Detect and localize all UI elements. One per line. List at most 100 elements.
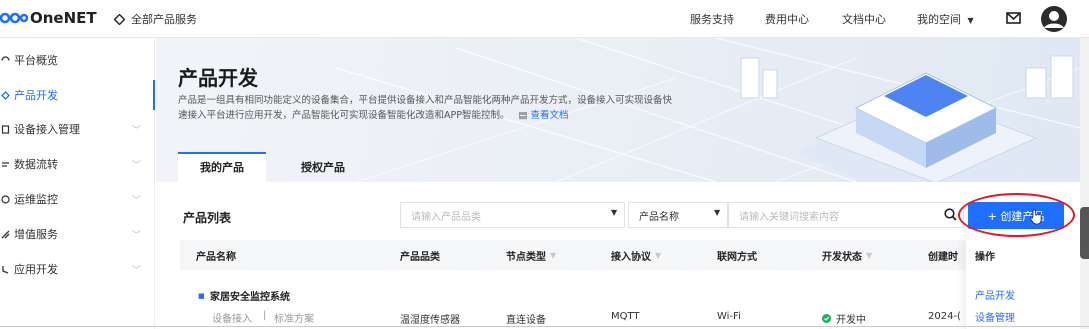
- device-illustration: [740, 55, 1074, 182]
- nav-my-space[interactable]: 我的空间 ▼: [917, 11, 974, 27]
- all-products-menu[interactable]: 全部产品服务: [114, 11, 197, 27]
- keyword-placeholder: 请输入关键词搜索内容: [739, 211, 839, 223]
- sidebar-item-label: 增值服务: [14, 228, 58, 241]
- column-header-dev-status[interactable]: 开发状态 ▼: [822, 248, 872, 263]
- platform-overview-icon: [0, 55, 10, 65]
- name-filter-select[interactable]: 产品名称: [628, 202, 728, 228]
- chevron-down-icon: ﹀: [132, 265, 142, 276]
- header-label: 开发状态: [822, 252, 862, 263]
- tab-my-products[interactable]: 我的产品: [178, 152, 266, 182]
- sidebar-item-label: 数据流转: [14, 158, 58, 171]
- app-dev-icon: [0, 265, 10, 274]
- column-header-node-type[interactable]: 节点类型 ▼: [506, 248, 556, 263]
- name-filter-label: 产品名称: [639, 211, 679, 223]
- cell-dev-status: 开发中: [822, 311, 866, 326]
- product-sub-access: 设备接入: [212, 314, 252, 325]
- op-device-manage-link[interactable]: 设备管理: [975, 309, 1015, 324]
- nav-billing-center[interactable]: 费用中心: [765, 11, 809, 27]
- header-label: 创建时: [928, 252, 958, 263]
- sidebar-item-data-flow[interactable]: 数据流转 ﹀: [0, 149, 155, 179]
- column-header-operations: 操作: [975, 248, 995, 263]
- chevron-down-icon: ﹀: [132, 125, 142, 136]
- nav-service-support[interactable]: 服务支持: [690, 11, 734, 27]
- description-line-1: 产品是一组具有相同功能定义的设备集合，平台提供设备接入和产品智能化两种产品开发方…: [178, 95, 673, 106]
- value-added-icon: [0, 230, 10, 239]
- op-product-dev-link[interactable]: 产品开发: [975, 287, 1015, 302]
- cell-category: 温湿度传感器: [400, 315, 460, 326]
- chevron-down-icon: ﹀: [132, 160, 142, 171]
- keyword-search-input[interactable]: 请输入关键词搜索内容: [728, 202, 964, 228]
- onenet-logo-icon: [0, 12, 28, 24]
- user-avatar[interactable]: [1040, 5, 1068, 33]
- header-label: 联网方式: [717, 252, 757, 263]
- view-docs-link[interactable]: 查看文档: [531, 110, 569, 121]
- product-name[interactable]: 家居安全监控系统: [210, 288, 290, 303]
- document-icon: ▤: [518, 110, 528, 121]
- nav-docs-center[interactable]: 文档中心: [842, 11, 886, 27]
- chevron-down-icon: ﹀: [132, 230, 142, 241]
- tab-authorized-products[interactable]: 授权产品: [279, 152, 367, 182]
- sidebar-item-label: 设备接入管理: [14, 123, 80, 136]
- device-access-icon: [0, 124, 10, 134]
- description-line-2-text: 速接入平台进行应用开发，产品智能化可实现设备智能化改造和APP智能控制。: [178, 110, 510, 121]
- sidebar-item-device-access[interactable]: 设备接入管理 ﹀: [0, 114, 155, 144]
- sidebar-item-label: 运维监控: [14, 193, 58, 206]
- page-title: 产品开发: [178, 66, 258, 90]
- create-product-button[interactable]: + 创建产品: [968, 202, 1064, 229]
- filter-icon[interactable]: ▼: [655, 251, 661, 260]
- column-header-created: 创建时: [928, 248, 958, 263]
- sidebar-item-ops-monitor[interactable]: 运维监控 ﹀: [0, 184, 155, 214]
- onenet-logo[interactable]: OneNET: [0, 8, 97, 28]
- sidebar-item-product-dev[interactable]: 产品开发: [0, 80, 155, 110]
- column-header-network: 联网方式: [717, 248, 757, 263]
- header-label: 节点类型: [506, 252, 546, 263]
- header-label: 产品品类: [400, 252, 440, 263]
- status-in-progress-icon: [822, 314, 831, 323]
- product-dev-icon: [0, 90, 10, 100]
- all-products-label: 全部产品服务: [131, 13, 197, 26]
- scrollbar-handle[interactable]: [1080, 207, 1089, 259]
- logo-text: OneNET: [30, 9, 97, 27]
- mail-icon[interactable]: [1006, 12, 1021, 24]
- search-icon[interactable]: [944, 208, 957, 221]
- sidebar-item-platform-overview[interactable]: 平台概览: [0, 45, 155, 75]
- product-list-title: 产品列表: [183, 211, 232, 225]
- cell-created: 2024-(: [928, 311, 961, 322]
- cell-network: Wi-Fi: [717, 311, 741, 322]
- caret-down-icon: ▼: [611, 208, 618, 217]
- header-label: 产品名称: [196, 252, 236, 263]
- ops-monitor-icon: [0, 194, 10, 204]
- product-sub-separator: |: [263, 310, 267, 321]
- chevron-down-icon: ﹀: [132, 195, 142, 206]
- category-filter-select[interactable]: 请输入产品品类: [400, 202, 625, 228]
- page-description: 产品是一组具有相同功能定义的设备集合，平台提供设备接入和产品智能化两种产品开发方…: [178, 93, 738, 123]
- column-header-category: 产品品类: [400, 248, 440, 263]
- sidebar-item-app-dev[interactable]: 应用开发 ﹀: [0, 254, 155, 284]
- column-header-protocol[interactable]: 接入协议 ▼: [611, 248, 661, 263]
- header-label: 接入协议: [611, 252, 651, 263]
- filter-icon[interactable]: ▼: [866, 251, 872, 260]
- header-label: 操作: [975, 252, 995, 263]
- data-flow-icon: [0, 160, 10, 169]
- sidebar-item-label: 平台概览: [14, 54, 58, 67]
- my-space-label: 我的空间: [917, 13, 961, 26]
- sidebar-item-label: 产品开发: [14, 89, 58, 102]
- status-label: 开发中: [836, 315, 866, 326]
- description-line-2: 速接入平台进行应用开发，产品智能化可实现设备智能化改造和APP智能控制。 ▤ 查…: [178, 108, 738, 123]
- bottom-divider: [0, 326, 1089, 327]
- cell-node-type: 直连设备: [506, 315, 546, 326]
- page-banner: 产品开发 产品是一组具有相同功能定义的设备集合，平台提供设备接入和产品智能化两种…: [156, 38, 1080, 182]
- top-bar: OneNET 全部产品服务 服务支持 费用中心 文档中心 我的空间 ▼: [0, 0, 1089, 38]
- sidebar-item-label: 应用开发: [14, 263, 58, 276]
- diamond-menu-icon: [114, 13, 125, 25]
- column-header-product-name: 产品名称: [196, 248, 236, 263]
- category-placeholder: 请输入产品品类: [411, 211, 481, 223]
- tab-label: 我的产品: [200, 161, 244, 174]
- hand-cursor-icon: [1030, 209, 1042, 225]
- product-sub-plan: 标准方案: [274, 314, 314, 325]
- scrollbar-track[interactable]: [1080, 38, 1089, 329]
- sidebar-item-value-added[interactable]: 增值服务 ﹀: [0, 219, 155, 249]
- filter-icon[interactable]: ▼: [550, 251, 556, 260]
- caret-down-icon: ▼: [967, 16, 974, 25]
- caret-down-icon: ▼: [714, 208, 721, 217]
